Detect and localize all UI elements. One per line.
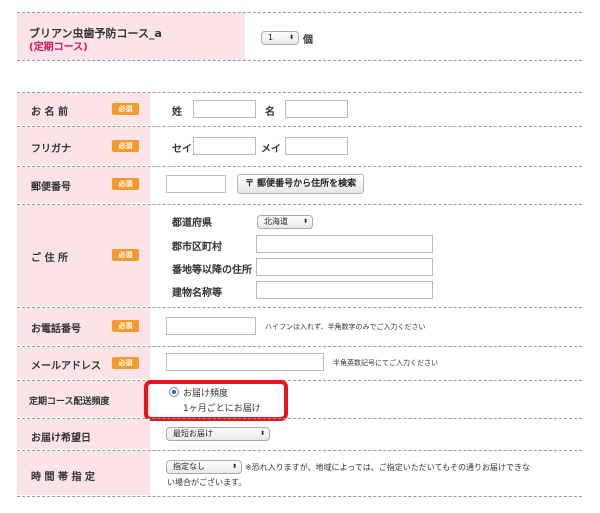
last-name-field[interactable]: [193, 100, 256, 118]
required-badge: 必須: [112, 357, 139, 369]
time-note-line1: ※恐れ入りますが、地域によっては、ご指定いただいてもその通りお届けできな: [245, 463, 530, 472]
kana-label: フリガナ: [31, 144, 71, 155]
delivery-date-row: お届け希望日 最短お届け ⬍: [17, 419, 582, 449]
required-badge: 必須: [112, 178, 139, 190]
kana-row: フリガナ 必須 セイ メイ: [17, 127, 582, 165]
city-label: 郡市区町村: [172, 242, 222, 253]
time-slot-select[interactable]: 指定なし ⬍: [166, 460, 242, 474]
sei-kana-label: セイ: [172, 144, 192, 155]
postal-search-button[interactable]: 〒 郵便番号から住所を検索: [237, 174, 365, 194]
prefecture-label: 都道府県: [172, 218, 212, 229]
phone-field[interactable]: [166, 317, 256, 335]
email-note: 半角英数記号にてご入力ください: [333, 359, 438, 367]
select-arrow-icon: ⬍: [259, 430, 265, 437]
select-arrow-icon: ⬍: [231, 463, 237, 470]
quantity-unit: 個: [303, 35, 313, 46]
city-field[interactable]: [256, 235, 433, 253]
street-field[interactable]: [256, 258, 433, 276]
phone-note: ハイフンは入れず、半角数字のみでご入力ください: [265, 323, 426, 331]
product-row: ブリアン虫歯予防コース_a (定期コース) 1 ⬍ 個: [17, 13, 582, 60]
mei-label: 名: [265, 107, 275, 118]
email-row: メールアドレス 必須 半角英数記号にてご入力ください: [17, 347, 582, 379]
postal-row: 郵便番号 必須 〒 郵便番号から住所を検索: [17, 167, 582, 203]
last-name-kana-field[interactable]: [193, 137, 256, 155]
delivery-date-value: 最短お届け: [173, 429, 213, 438]
time-label: 時 間 帯 指 定: [31, 472, 95, 483]
building-field[interactable]: [256, 281, 433, 299]
select-arrow-icon: ⬍: [302, 218, 308, 225]
postal-label: 郵便番号: [31, 182, 71, 193]
name-label: お 名 前: [31, 107, 68, 118]
first-name-field[interactable]: [285, 100, 348, 118]
required-badge: 必須: [112, 249, 139, 261]
time-slot-value: 指定なし: [173, 462, 205, 471]
phone-label: お電話番号: [31, 324, 81, 335]
phone-row: お電話番号 必須 ハイフンは入れず、半角数字のみでご入力ください: [17, 308, 582, 345]
street-label: 番地等以降の住所: [172, 265, 252, 276]
divider: [17, 496, 582, 497]
building-label: 建物名称等: [172, 288, 222, 299]
first-name-kana-field[interactable]: [285, 137, 348, 155]
required-badge: 必須: [112, 320, 139, 332]
frequency-row: 定期コース配送頻度 お届け頻度 1ヶ月ごとにお届け: [17, 381, 582, 417]
select-arrow-icon: ⬍: [288, 34, 294, 41]
name-row: お 名 前 必須 姓 名: [17, 93, 582, 125]
highlight-box: [144, 380, 288, 421]
postal-code-field[interactable]: [166, 175, 226, 193]
address-row: ご 住 所 必須 都道府県 北海道 ⬍ 郡市区町村 番地等以降の住所 建物名称等: [17, 205, 582, 306]
product-course: (定期コース): [29, 42, 88, 53]
divider: [17, 60, 582, 61]
required-badge: 必須: [112, 140, 139, 152]
delivery-date-label: お届け希望日: [31, 433, 91, 444]
sei-label: 姓: [172, 107, 182, 118]
delivery-date-select[interactable]: 最短お届け ⬍: [166, 427, 270, 441]
time-row: 時 間 帯 指 定 指定なし ⬍ ※恐れ入りますが、地域によっては、ご指定いただ…: [17, 451, 582, 495]
mei-kana-label: メイ: [261, 144, 281, 155]
time-note-line2: い場合がございます。: [167, 478, 247, 487]
frequency-label: 定期コース配送頻度: [29, 397, 110, 407]
prefecture-value: 北海道: [264, 217, 288, 226]
address-label: ご 住 所: [31, 253, 68, 264]
quantity-select[interactable]: 1 ⬍: [261, 31, 299, 45]
prefecture-select[interactable]: 北海道 ⬍: [257, 215, 313, 229]
quantity-value: 1: [268, 33, 274, 42]
email-field[interactable]: [166, 353, 324, 371]
email-label: メールアドレス: [31, 361, 101, 372]
required-badge: 必須: [112, 103, 139, 115]
